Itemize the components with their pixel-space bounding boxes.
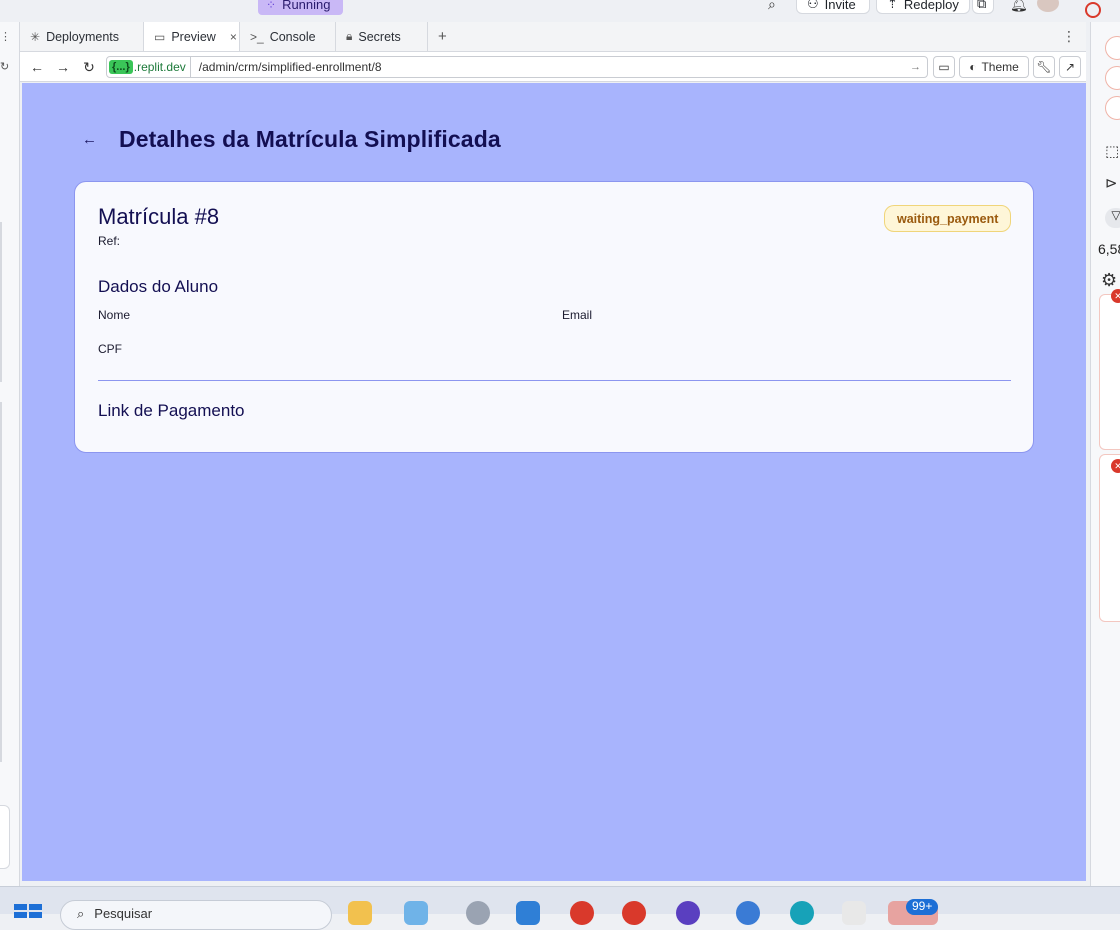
refresh-icon[interactable]: ↻ [0,60,9,73]
notification-badge: 99+ [906,899,939,915]
redeploy-label: Redeploy [903,0,959,12]
bell-icon[interactable]: 🔔︎ [1010,0,1028,13]
run-status-icon: ⁘ [266,0,276,12]
edge-icon[interactable] [790,901,814,925]
monitor-icon: ▭ [154,29,166,44]
app-icon[interactable] [466,901,490,925]
search-icon[interactable]: ⌕ [768,0,776,13]
external-icon: ⧉ [977,0,987,11]
url-field[interactable]: {...} .replit.dev /admin/crm/simplified-… [106,56,928,78]
enrollment-title: Matrícula #8 [98,204,220,229]
log-card[interactable] [1099,454,1120,622]
plus-icon: + [438,28,447,45]
terminal-icon: >_ [250,29,264,44]
count-text: 6,58 [1098,241,1120,257]
running-label: Running [282,0,331,12]
tab-label: Deployments [46,29,120,44]
go-arrow-icon[interactable]: → [910,61,927,73]
invite-button[interactable]: ⚇ Invite [796,0,870,14]
filter-icon[interactable]: ▽ [1105,208,1120,228]
select-icon[interactable]: ⬚ [1105,142,1119,160]
avatar[interactable] [1105,36,1120,60]
deployments-icon: ✳ [30,29,41,44]
taskbar-search[interactable]: ⌕ Pesquisar [60,900,332,930]
back-arrow-icon[interactable]: ← [28,59,46,75]
calendar-icon[interactable] [516,901,540,925]
ref-label: Ref: [98,234,121,248]
avatar[interactable] [1105,96,1120,120]
host-text: .replit.dev [133,60,186,74]
chrome-icon[interactable] [622,901,646,925]
back-arrow-icon[interactable]: ← [82,131,97,148]
open-new-tab-button[interactable]: ↗ [1059,56,1081,78]
tab-preview[interactable]: ▭ Preview × [144,22,240,51]
forward-arrow-icon[interactable]: → [54,59,72,75]
lock-icon: 🔒︎ [346,29,353,43]
user-add-icon: ⚇ [807,0,819,11]
tab-bar: ✳ Deployments ▭ Preview × >_ Console 🔒︎ … [20,22,1086,52]
tab-label: Preview [171,29,216,44]
windows-start-icon[interactable] [14,904,42,918]
app-icon[interactable] [404,901,428,925]
tab-bar-spacer [457,22,1052,51]
status-badge: waiting_payment [884,205,1012,232]
palette-icon: ◐ [969,60,977,74]
section-divider [98,380,1011,381]
name-label: Nome [98,308,131,322]
play-panel-icon[interactable]: ⊳ [1105,174,1118,192]
url-host: {...} .replit.dev [107,57,191,77]
monitor-icon: ▭ [938,60,950,74]
redeploy-button[interactable]: ⇡ Redeploy [876,0,970,14]
external-link-icon: ↗ [1064,60,1076,74]
panel-tab[interactable] [0,805,10,869]
address-bar: ← → ↻ {...} .replit.dev /admin/crm/simpl… [20,52,1086,82]
close-icon[interactable]: × [230,30,237,44]
error-icon: ✕ [1111,459,1120,473]
email-label: Email [562,308,593,322]
devtools-button[interactable]: 🔧︎ [1033,56,1055,78]
taskbar: ⌕ Pesquisar 99+ [0,886,1120,930]
more-vertical-icon: ⋮ [1062,28,1076,44]
cpf-label: CPF [98,342,122,356]
more-icon[interactable]: ⋮ [0,30,11,43]
avatar[interactable] [1105,66,1120,90]
reload-icon[interactable]: ↻ [80,59,98,76]
error-icon: ✕ [1111,289,1120,303]
tab-secrets[interactable]: 🔒︎ Secrets [336,22,428,51]
page-title: Detalhes da Matrícula Simplificada [119,126,501,152]
running-indicator[interactable]: ⁘ Running [258,0,343,15]
url-path: /admin/crm/simplified-enrollment/8 [198,60,382,74]
theme-button[interactable]: ◐ Theme [959,56,1029,78]
wrench-icon: 🔧︎ [1036,60,1052,74]
preview-area: ← Detalhes da Matrícula Simplificada Mat… [22,83,1086,881]
tab-console[interactable]: >_ Console [240,22,336,51]
log-card[interactable] [1099,294,1120,450]
alert-icon[interactable] [1085,2,1101,18]
redeploy-icon: ⇡ [887,0,898,11]
tab-label: Console [269,29,316,44]
file-explorer-icon[interactable] [348,901,372,925]
panel-edge [0,402,2,762]
host-badge: {...} [109,60,133,74]
invite-label: Invite [824,0,856,12]
chrome-icon[interactable] [736,901,760,925]
gear-icon[interactable]: ⚙ [1101,270,1117,291]
enrollment-card: Matrícula #8 Ref: waiting_payment Dados … [74,181,1034,453]
right-panel: ⬚ ⊳ ▽ 6,58 ⚙ ✕ ✕ [1085,2,1120,886]
payment-section-title: Link de Pagamento [98,401,245,420]
add-tab-button[interactable]: + [428,22,457,51]
search-icon: ⌕ [77,906,85,921]
app-icon[interactable] [842,901,866,925]
chrome-icon[interactable] [570,901,594,925]
student-section-title: Dados do Aluno [98,277,219,296]
left-sidebar-strip: ⋮ ↻ [0,22,20,886]
tab-menu-button[interactable]: ⋮ [1052,22,1086,51]
device-button[interactable]: ▭ [933,56,955,78]
theme-label: Theme [981,60,1019,74]
panel-edge [0,222,2,382]
chrome-icon[interactable] [676,901,700,925]
tab-deployments[interactable]: ✳ Deployments [20,22,144,51]
tab-label: Secrets [358,29,401,44]
open-external-button[interactable]: ⧉ [972,0,994,14]
